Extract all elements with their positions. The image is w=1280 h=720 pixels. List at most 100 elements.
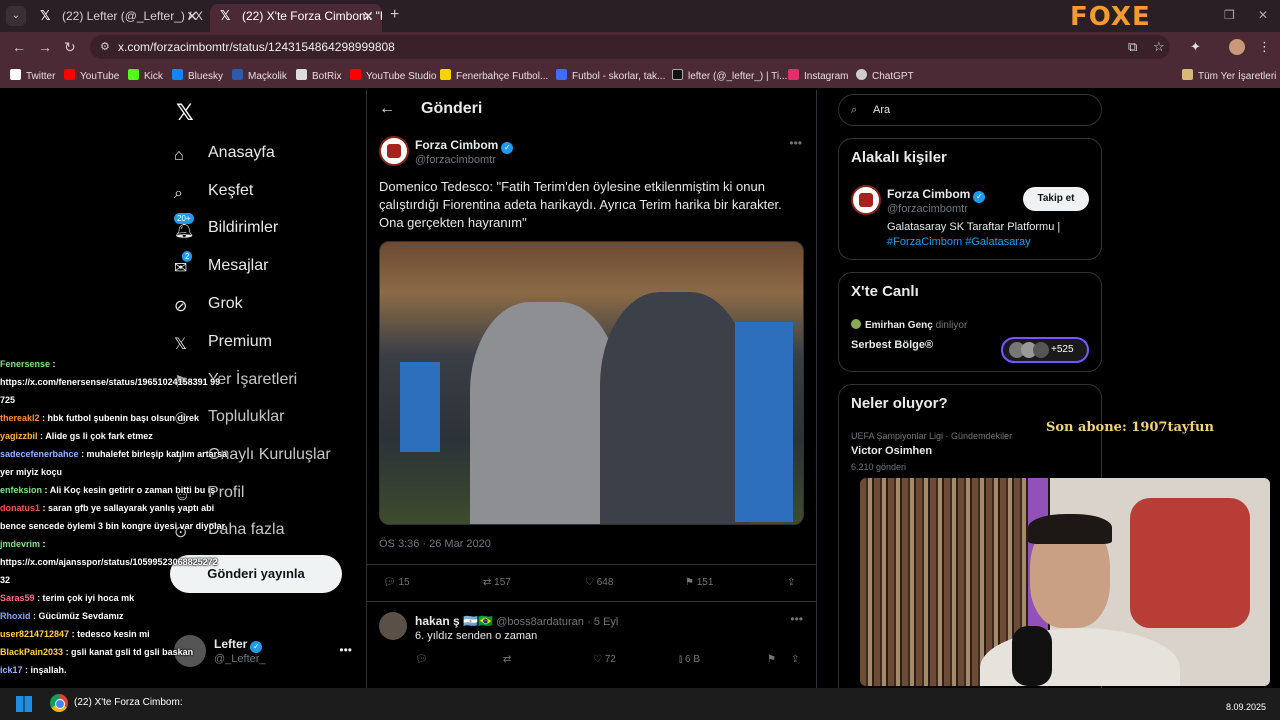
related-people-card: Alakalı kişiler Forza Cimbom ✓ @forzacimb…	[838, 138, 1102, 260]
url-input[interactable]: ⚙ x.com/forzacimbomtr/status/12431548642…	[90, 35, 1170, 59]
heart-icon: ♡	[585, 577, 594, 588]
tweet-photo[interactable]	[379, 241, 804, 525]
x-logo-icon[interactable]: 𝕏	[176, 100, 194, 126]
reply-tweet[interactable]: hakan ş 🇦🇷🇧🇷 @boss8ardaturan · 5 Eyl 6. …	[367, 606, 817, 686]
avatar[interactable]	[851, 185, 881, 215]
chat-message: thereakl2 : hbk futbol şubenin başı olsu…	[0, 409, 270, 427]
retweet-icon[interactable]: ⇄	[503, 654, 511, 665]
browser-tab-lefter[interactable]: 𝕏 (22) Lefter (@_Lefter_) / X ✕	[30, 4, 206, 32]
follow-button[interactable]: Takip et	[1023, 187, 1089, 211]
chat-message: https://x.com/fenersense/status/19651024…	[0, 373, 270, 391]
live-listeners-pill[interactable]: +525	[1001, 337, 1089, 363]
coach-figure	[600, 292, 750, 524]
chat-text: 32	[0, 575, 11, 585]
all-bookmarks[interactable]: Tüm Yer İşaretleri	[1182, 69, 1276, 82]
back-arrow-icon[interactable]: ←	[379, 100, 395, 118]
nav-item-grok[interactable]: ⊘ Grok	[174, 292, 243, 316]
chat-username: thereakl2	[0, 413, 40, 423]
more-icon[interactable]: •••	[339, 643, 352, 657]
chat-message: enfeksion : Ali Koç kesin getirir o zama…	[0, 481, 270, 499]
star-icon[interactable]: ☆	[1153, 39, 1165, 55]
nav-item-explore[interactable]: ⌕ Keşfet	[174, 179, 253, 203]
chat-username: ick17	[0, 665, 23, 675]
chat-username: Rhoxid	[0, 611, 31, 621]
reply-button[interactable]: 💬︎ 15	[383, 577, 410, 588]
home-icon: ⌂	[174, 147, 184, 164]
chat-text: : tedesco kesin mi	[71, 629, 150, 639]
bookmark-item[interactable]: lefter (@_lefter_) | Ti...	[672, 69, 787, 82]
install-icon[interactable]: ⧉	[1128, 39, 1137, 55]
reply-text: 6. yıldız senden o zaman	[415, 630, 538, 642]
nav-item-home[interactable]: ⌂ Anasayfa	[174, 141, 275, 165]
new-tab-icon[interactable]: +	[390, 6, 399, 24]
more-icon[interactable]: •••	[789, 136, 802, 150]
nav-item-messages[interactable]: ✉ 2 Mesajlar	[174, 251, 268, 278]
close-icon[interactable]: ✕	[186, 4, 198, 28]
like-button[interactable]: ♡ 648	[585, 577, 613, 588]
live-space-title[interactable]: Serbest Bölge®	[851, 339, 933, 351]
live-host-row[interactable]: Emirhan Genç dinliyor	[851, 319, 967, 331]
bookmark-item[interactable]: Futbol - skorlar, tak...	[556, 69, 665, 82]
chat-text: : Gücümüz Sevdamız	[33, 611, 124, 621]
close-icon[interactable]: ✕	[362, 4, 374, 28]
extensions-icon[interactable]: ✦	[1190, 39, 1201, 55]
browser-tab-forza[interactable]: 𝕏 (22) X'te Forza Cimbom: "Dom ✕	[210, 4, 382, 32]
search-input[interactable]: ⌕ Ara	[838, 94, 1102, 126]
gaming-chair	[1130, 498, 1250, 628]
x-favicon-icon: 𝕏	[220, 8, 231, 23]
bookmark-item[interactable]: YouTube Studio	[350, 69, 436, 82]
bookmark-item[interactable]: ChatGPT	[856, 69, 914, 82]
tab-search-icon[interactable]: ⌄	[6, 6, 26, 26]
views-button[interactable]: ⫾ 6 B	[679, 654, 700, 665]
streamer-hair	[1028, 514, 1112, 544]
microphone	[1012, 626, 1052, 686]
reload-icon[interactable]: ↻	[64, 39, 76, 56]
chat-text: : inşallah.	[25, 665, 67, 675]
reply-icon[interactable]: 💬︎	[415, 654, 428, 665]
related-hashtags[interactable]: #ForzaCimbom #Galatasaray	[887, 236, 1031, 248]
chrome-icon[interactable]	[50, 694, 68, 712]
like-button[interactable]: ♡ 72	[593, 654, 616, 665]
restore-icon[interactable]: ❐	[1224, 8, 1235, 22]
tweet-timestamp[interactable]: ÖS 3:36 · 26 Mar 2020	[379, 538, 491, 550]
taskbar-window-title[interactable]: (22) X'te Forza Cimbom:	[74, 697, 183, 708]
heart-icon: ♡	[593, 654, 602, 665]
tweet-author[interactable]: Forza Cimbom ✓	[415, 138, 514, 154]
chat-message: 725	[0, 391, 270, 409]
back-icon[interactable]: ←	[12, 39, 26, 55]
bookmark-icon[interactable]: ⚑	[767, 654, 776, 665]
address-bar-row: ← → ↻ ⚙ x.com/forzacimbomtr/status/12431…	[0, 32, 1280, 62]
bookmark-item[interactable]: Kick	[128, 69, 163, 82]
site-info-icon[interactable]: ⚙	[100, 35, 110, 59]
retweet-button[interactable]: ⇄ 157	[483, 577, 511, 588]
windows-start-icon[interactable]	[16, 696, 32, 712]
nav-item-notifications[interactable]: 🔔︎ 20+ Bildirimler	[174, 213, 278, 240]
bookmark-item[interactable]: Instagram	[788, 69, 848, 82]
chat-message: Fenersense :	[0, 355, 270, 373]
trend-name[interactable]: Victor Osimhen	[851, 445, 932, 457]
profile-avatar[interactable]	[1229, 39, 1245, 55]
chat-text: :	[42, 539, 46, 549]
related-name[interactable]: Forza Cimbom ✓	[887, 187, 986, 203]
close-window-icon[interactable]: ✕	[1258, 8, 1268, 22]
share-icon[interactable]: ⇪	[791, 654, 799, 665]
related-handle[interactable]: @forzacimbomtr	[887, 203, 968, 215]
bookmark-item[interactable]: BotRix	[296, 69, 341, 82]
tweet-handle[interactable]: @forzacimbomtr	[415, 154, 496, 166]
bookmark-item[interactable]: Maçkolik	[232, 69, 287, 82]
taskbar-date: 8.09.2025	[1225, 702, 1266, 712]
avatar[interactable]	[379, 136, 409, 166]
share-icon[interactable]: ⇪	[787, 577, 795, 588]
more-icon[interactable]: •••	[790, 612, 803, 626]
menu-icon[interactable]: ⋮	[1258, 39, 1271, 55]
nav-item-premium[interactable]: 𝕏 Premium	[174, 330, 272, 354]
bookmark-button[interactable]: ⚑ 151	[685, 577, 713, 588]
bookmark-item[interactable]: Bluesky	[172, 69, 223, 82]
forward-icon[interactable]: →	[38, 39, 52, 55]
bookmark-item[interactable]: Fenerbahçe Futbol...	[440, 69, 548, 82]
bookmark-item[interactable]: Twitter	[10, 69, 55, 82]
bookmark-item[interactable]: YouTube	[64, 69, 119, 82]
chat-username: Saras59	[0, 593, 35, 603]
card-title: X'te Canlı	[851, 283, 919, 300]
chat-text: 725	[0, 395, 16, 405]
